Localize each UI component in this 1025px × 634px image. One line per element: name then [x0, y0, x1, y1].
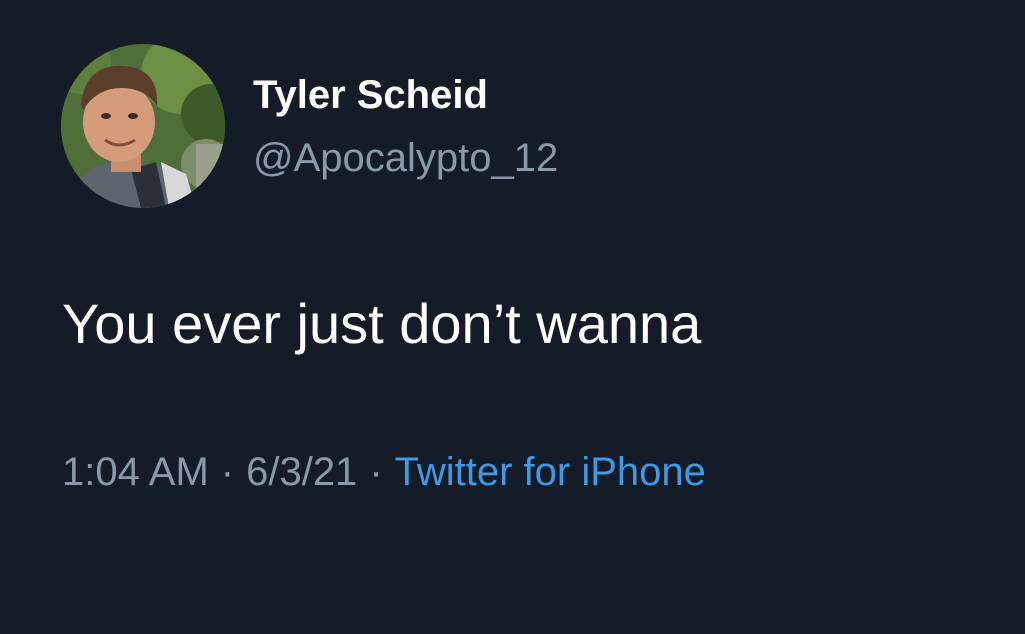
tweet-source-link[interactable]: Twitter for iPhone — [395, 450, 706, 494]
user-handle[interactable]: @Apocalypto_12 — [253, 134, 558, 182]
meta-separator: · — [369, 450, 383, 494]
tweet-meta: 1:04 AM · 6/3/21 · Twitter for iPhone — [62, 448, 706, 496]
tweet-text: You ever just don’t wanna — [62, 292, 702, 355]
tweet-card: Tyler Scheid @Apocalypto_12 You ever jus… — [0, 0, 1025, 634]
tweet-time[interactable]: 1:04 AM — [62, 450, 209, 494]
avatar[interactable] — [61, 44, 225, 208]
user-display-name[interactable]: Tyler Scheid — [253, 71, 488, 119]
avatar-image — [61, 44, 225, 208]
tweet-date[interactable]: 6/3/21 — [246, 450, 357, 494]
meta-separator: · — [220, 450, 235, 494]
